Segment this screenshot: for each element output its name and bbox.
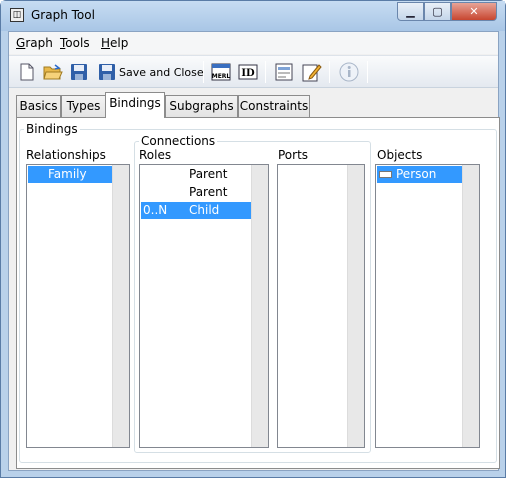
form-icon[interactable] (273, 61, 295, 83)
new-file-icon[interactable] (16, 61, 38, 83)
role-cardinality: 0..N (143, 203, 168, 217)
edit-icon[interactable] (301, 61, 323, 83)
toolbar: Save and Close MERL ID (9, 55, 498, 88)
save-and-close-button[interactable]: Save and Close (119, 66, 204, 79)
roles-label: Roles (139, 148, 172, 162)
tab-constraints[interactable]: Constraints (238, 95, 310, 117)
menu-bar: Graph Tools Help (9, 32, 498, 54)
id-icon-label: ID (241, 68, 255, 79)
object-name: Person (396, 167, 437, 181)
menu-tools[interactable]: Tools (60, 36, 90, 50)
toolbar-separator (329, 61, 330, 83)
menu-help[interactable]: Help (101, 36, 128, 50)
info-icon[interactable] (338, 61, 360, 83)
role-name: Parent (189, 185, 228, 199)
tab-subgraphs[interactable]: Subgraphs (165, 95, 238, 117)
objects-label: Objects (377, 148, 423, 162)
toolbar-separator (367, 61, 368, 83)
save-icon[interactable] (68, 61, 90, 83)
close-button[interactable]: ✕ (451, 2, 497, 21)
tab-basics[interactable]: Basics (16, 95, 61, 117)
merl-icon-label: MERL (212, 73, 231, 80)
title-bar[interactable]: ◫ Graph Tool ▁ ▢ ✕ (1, 1, 505, 31)
tab-bindings[interactable]: Bindings (105, 92, 165, 118)
connections-group-title: Connections (139, 134, 218, 148)
toolbar-separator (203, 61, 204, 83)
graph-tool-window: ◫ Graph Tool ▁ ▢ ✕ Graph Tools Help Save… (0, 0, 506, 478)
role-name: Child (189, 203, 220, 217)
scrollbar[interactable] (462, 165, 479, 447)
minimize-button[interactable]: ▁ (397, 2, 424, 21)
scrollbar[interactable] (347, 165, 364, 447)
list-item[interactable]: Parent (141, 166, 252, 183)
tab-types[interactable]: Types (61, 95, 106, 117)
list-item[interactable]: 0..N Child (141, 202, 252, 219)
maximize-button[interactable]: ▢ (424, 2, 451, 21)
list-item[interactable]: Person (377, 166, 463, 183)
objects-list[interactable]: Person (375, 164, 480, 448)
merl-icon[interactable]: MERL (210, 61, 232, 83)
scrollbar[interactable] (112, 165, 129, 447)
role-name: Parent (189, 167, 228, 181)
window-title: Graph Tool (31, 8, 95, 22)
scrollbar[interactable] (251, 165, 268, 447)
client-area: Graph Tools Help Save and Close MERL ID … (8, 31, 500, 471)
app-icon: ◫ (10, 8, 24, 22)
roles-list[interactable]: Parent Parent 0..N Child (139, 164, 269, 448)
ports-label: Ports (278, 148, 309, 162)
list-item[interactable]: Parent (141, 184, 252, 201)
toolbar-separator (265, 61, 266, 83)
relationships-list[interactable]: Family (26, 164, 130, 448)
object-icon (379, 171, 392, 178)
bindings-group-title: Bindings (24, 122, 80, 136)
ports-list[interactable] (277, 164, 365, 448)
bindings-tab-panel: Bindings Relationships Family Connection… (16, 117, 500, 469)
save-close-icon[interactable] (96, 61, 118, 83)
relationships-label: Relationships (26, 148, 106, 162)
open-folder-icon[interactable] (42, 61, 64, 83)
list-item[interactable]: Family (28, 166, 113, 183)
menu-graph[interactable]: Graph (16, 36, 53, 50)
id-icon[interactable]: ID (237, 61, 259, 83)
